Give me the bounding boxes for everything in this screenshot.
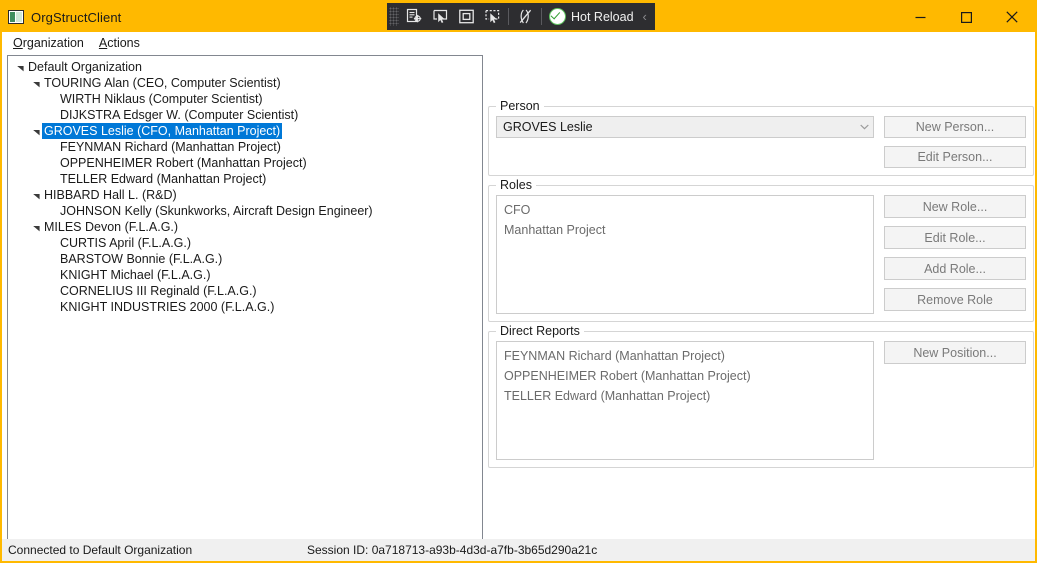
tree-node[interactable]: BARSTOW Bonnie (F.L.A.G.)	[8, 251, 482, 267]
toolbar-separator	[508, 8, 509, 25]
tree-node-label: CORNELIUS III Reginald (F.L.A.G.)	[60, 284, 257, 298]
tree-node[interactable]: FEYNMAN Richard (Manhattan Project)	[8, 139, 482, 155]
new-role-button[interactable]: New Role...	[884, 195, 1026, 218]
direct-reports-listbox[interactable]: FEYNMAN Richard (Manhattan Project) OPPEN…	[496, 341, 874, 460]
tree-node[interactable]: GROVES Leslie (CFO, Manhattan Project)	[8, 123, 482, 139]
menu-bar: Organization Actions	[2, 32, 1035, 54]
tree-node[interactable]: KNIGHT Michael (F.L.A.G.)	[8, 267, 482, 283]
person-group: Person GROVES Leslie New Person... Edit …	[488, 99, 1034, 176]
person-combobox-value: GROVES Leslie	[503, 120, 593, 134]
tree-node-label: FEYNMAN Richard (Manhattan Project)	[60, 140, 281, 154]
person-button-column: New Person... Edit Person...	[884, 116, 1026, 168]
visual-studio-inapp-toolbar: Hot Reload ‹	[387, 3, 655, 30]
go-to-live-visual-tree-icon[interactable]	[401, 5, 427, 28]
tree-node-label: TOURING Alan (CEO, Computer Scientist)	[44, 76, 281, 90]
direct-report-list-item[interactable]: TELLER Edward (Manhattan Project)	[497, 386, 873, 406]
menu-item-actions[interactable]: Actions	[94, 34, 148, 52]
tree-node[interactable]: HIBBARD Hall L. (R&D)	[8, 187, 482, 203]
title-bar: OrgStructClient Hot Reload ‹	[2, 2, 1035, 32]
status-bar: Connected to Default Organization Sessio…	[2, 539, 1035, 561]
select-element-icon[interactable]	[427, 5, 453, 28]
direct-report-list-item[interactable]: FEYNMAN Richard (Manhattan Project)	[497, 346, 873, 366]
hot-reload-label: Hot Reload	[571, 9, 634, 24]
new-person-button[interactable]: New Person...	[884, 116, 1026, 138]
tree-node-label: MILES Devon (F.L.A.G.)	[44, 220, 179, 234]
hot-reload-button[interactable]: Hot Reload	[545, 5, 640, 28]
add-role-button[interactable]: Add Role...	[884, 257, 1026, 280]
tree-node-label: KNIGHT INDUSTRIES 2000 (F.L.A.G.)	[60, 300, 275, 314]
tree-node[interactable]: MILES Devon (F.L.A.G.)	[8, 219, 482, 235]
tree-node[interactable]: TOURING Alan (CEO, Computer Scientist)	[8, 75, 482, 91]
status-connection: Connected to Default Organization	[8, 543, 193, 557]
drag-grip[interactable]	[389, 7, 399, 26]
toolbar-collapse-chevron-icon[interactable]: ‹	[640, 9, 653, 24]
minimize-button[interactable]	[897, 2, 943, 32]
tree-node[interactable]: WIRTH Niklaus (Computer Scientist)	[8, 91, 482, 107]
new-position-button[interactable]: New Position...	[884, 341, 1026, 364]
enable-disable-xaml-hot-reload-icon[interactable]	[512, 5, 538, 28]
tree-node-label: CURTIS April (F.L.A.G.)	[60, 236, 192, 250]
chevron-down-icon[interactable]	[855, 124, 873, 130]
status-session-id: Session ID: 0a718713-a93b-4d3d-a7fb-3b65…	[307, 543, 598, 557]
person-combobox[interactable]: GROVES Leslie	[496, 116, 874, 138]
tree-node[interactable]: DIJKSTRA Edsger W. (Computer Scientist)	[8, 107, 482, 123]
tree-node[interactable]: Default Organization	[8, 59, 482, 75]
direct-report-list-item[interactable]: OPPENHEIMER Robert (Manhattan Project)	[497, 366, 873, 386]
edit-role-button[interactable]: Edit Role...	[884, 226, 1026, 249]
hot-reload-check-icon	[549, 8, 566, 25]
tree-node-label: HIBBARD Hall L. (R&D)	[44, 188, 177, 202]
tree-node[interactable]: TELLER Edward (Manhattan Project)	[8, 171, 482, 187]
tree-node[interactable]: JOHNSON Kelly (Skunkworks, Aircraft Desi…	[8, 203, 482, 219]
organization-tree[interactable]: Default Organization TOURING Alan (CEO, C…	[7, 55, 483, 544]
expander-expanded-icon[interactable]	[30, 79, 43, 88]
expander-expanded-icon[interactable]	[30, 223, 43, 232]
tree-node-label: KNIGHT Michael (F.L.A.G.)	[60, 268, 211, 282]
toolbar-separator	[541, 8, 542, 25]
roles-group: Roles CFO Manhattan Project New Role... E…	[488, 178, 1034, 322]
details-pane: Person GROVES Leslie New Person... Edit …	[488, 54, 1034, 543]
tree-node[interactable]: CURTIS April (F.L.A.G.)	[8, 235, 482, 251]
tree-node-label: BARSTOW Bonnie (F.L.A.G.)	[60, 252, 223, 266]
window-title: OrgStructClient	[31, 9, 122, 25]
window-controls	[897, 2, 1035, 32]
tree-node-label: Default Organization	[28, 60, 142, 74]
menu-item-organization[interactable]: Organization	[8, 34, 92, 52]
tree-node-label: GROVES Leslie (CFO, Manhattan Project)	[41, 123, 283, 139]
main-content: Default Organization TOURING Alan (CEO, C…	[2, 54, 1035, 544]
expander-expanded-icon[interactable]	[30, 127, 43, 136]
tree-node-label: JOHNSON Kelly (Skunkworks, Aircraft Desi…	[60, 204, 373, 218]
edit-person-button[interactable]: Edit Person...	[884, 146, 1026, 168]
tree-node-label: WIRTH Niklaus (Computer Scientist)	[60, 92, 263, 106]
tree-node-label: TELLER Edward (Manhattan Project)	[60, 172, 267, 186]
roles-button-column: New Role... Edit Role... Add Role... Rem…	[884, 195, 1026, 314]
direct-reports-button-column: New Position...	[884, 341, 1026, 460]
application-window: OrgStructClient Hot Reload ‹ Organizatio…	[0, 0, 1037, 563]
role-list-item[interactable]: CFO	[497, 200, 873, 220]
display-layout-adorner-icon[interactable]	[453, 5, 479, 28]
expander-expanded-icon[interactable]	[14, 63, 27, 72]
tree-node[interactable]: KNIGHT INDUSTRIES 2000 (F.L.A.G.)	[8, 299, 482, 315]
close-button[interactable]	[989, 2, 1035, 32]
remove-role-button[interactable]: Remove Role	[884, 288, 1026, 311]
tree-node-label: OPPENHEIMER Robert (Manhattan Project)	[60, 156, 307, 170]
track-focused-element-icon[interactable]	[479, 5, 505, 28]
app-window-icon	[8, 10, 24, 24]
tree-node[interactable]: OPPENHEIMER Robert (Manhattan Project)	[8, 155, 482, 171]
roles-listbox[interactable]: CFO Manhattan Project	[496, 195, 874, 314]
direct-reports-group: Direct Reports FEYNMAN Richard (Manhatta…	[488, 324, 1034, 468]
tree-node[interactable]: CORNELIUS III Reginald (F.L.A.G.)	[8, 283, 482, 299]
maximize-button[interactable]	[943, 2, 989, 32]
role-list-item[interactable]: Manhattan Project	[497, 220, 873, 240]
tree-node-label: DIJKSTRA Edsger W. (Computer Scientist)	[60, 108, 299, 122]
expander-expanded-icon[interactable]	[30, 191, 43, 200]
